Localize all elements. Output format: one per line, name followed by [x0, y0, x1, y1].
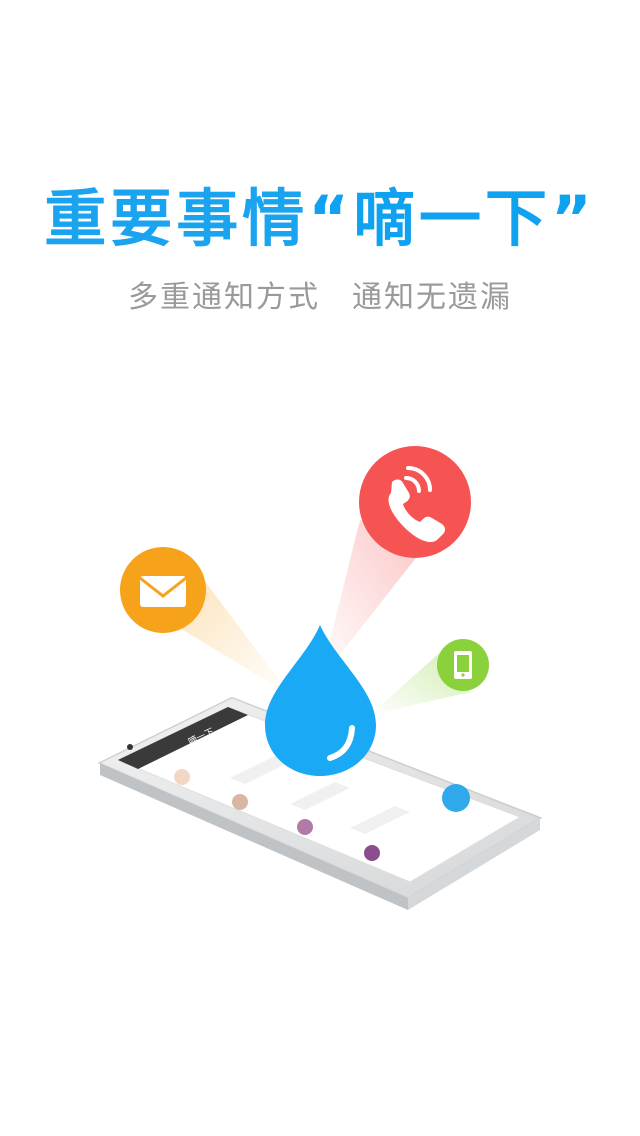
headline-main: 重要事情: [44, 182, 309, 255]
mobile-icon: [437, 639, 489, 691]
phone-avatar: [174, 769, 190, 785]
water-drop-logo: [265, 625, 376, 776]
illustration: 嘀一下: [97, 446, 543, 910]
mail-icon: [120, 547, 206, 633]
subline-left: 多重通知方式: [128, 280, 320, 315]
phone-fab: [442, 784, 470, 812]
headline: 重要事情“嘀一下”: [0, 168, 640, 258]
subline-right: 通知无遗漏: [352, 280, 512, 315]
phone-avatar: [297, 819, 313, 835]
phone-avatar: [232, 794, 248, 810]
headline-quoted: “嘀一下”: [308, 182, 596, 255]
phone-avatar: [364, 845, 380, 861]
subline: 多重通知方式 通知无遗漏: [0, 272, 640, 316]
phone-call-icon: [359, 446, 471, 558]
